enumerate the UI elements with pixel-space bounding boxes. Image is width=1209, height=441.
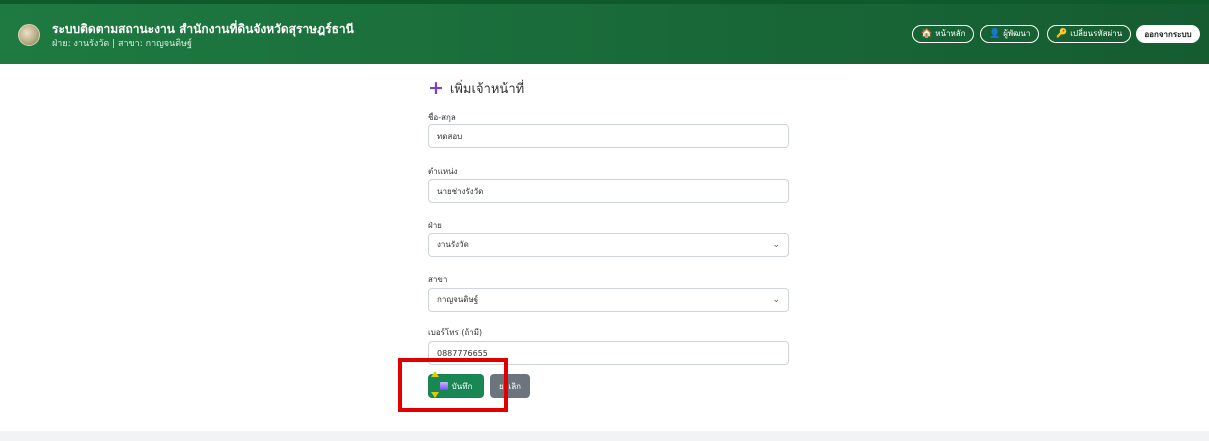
nav-home-button[interactable]: 🏠 หน้าหลัก (912, 25, 975, 43)
footer-strip (0, 431, 1209, 441)
top-strip (0, 0, 1209, 4)
logout-button[interactable]: ออกจากระบบ (1136, 25, 1200, 43)
name-input[interactable] (437, 125, 780, 147)
developer-icon: 👤 (989, 29, 1001, 39)
department-select[interactable]: งานรังวัด ⌄ (428, 233, 789, 257)
position-label: ตำแหน่ง (428, 167, 458, 176)
plus-icon: + (428, 77, 444, 99)
name-label: ชื่อ-สกุล (428, 113, 456, 122)
key-icon: 🔑 (1056, 29, 1068, 39)
nav-home-label: หน้าหลัก (935, 29, 966, 38)
form-title: เพิ่มเจ้าหน้าที่ (449, 81, 525, 97)
agency-logo (18, 24, 40, 46)
annotation-highlight-box (398, 358, 508, 412)
branch-value: กาญจนดิษฐ์ (437, 295, 479, 304)
top-navigation-bar: ระบบติดตามสถานะงาน สำนักงานที่ดินจังหวัด… (0, 0, 1209, 64)
branch-select[interactable]: กาญจนดิษฐ์ ⌄ (428, 288, 789, 312)
chevron-down-icon: ⌄ (772, 295, 780, 305)
nav-change-password-button[interactable]: 🔑 เปลี่ยนรหัสผ่าน (1047, 25, 1132, 43)
name-field[interactable] (428, 124, 789, 148)
chevron-down-icon: ⌄ (772, 240, 780, 250)
nav-change-password-label: เปลี่ยนรหัสผ่าน (1070, 29, 1123, 38)
annotation-marker-top-icon (431, 371, 439, 377)
department-value: งานรังวัด (437, 240, 469, 249)
nav-developer-label: ผู้พัฒนา (1003, 29, 1031, 38)
position-input[interactable] (437, 180, 780, 202)
position-field[interactable] (428, 179, 789, 203)
user-context: ฝ่าย: งานรังวัด | สาขา: กาญจนดิษฐ์ (52, 39, 192, 49)
nav-developer-button[interactable]: 👤 ผู้พัฒนา (980, 25, 1040, 43)
branch-label: สาขา (428, 275, 448, 284)
home-icon: 🏠 (921, 29, 933, 39)
phone-label: เบอร์โทร (ถ้ามี) (428, 328, 483, 337)
form-heading: + เพิ่มเจ้าหน้าที่ (428, 78, 524, 98)
annotation-marker-bottom-icon (431, 392, 439, 398)
department-label: ฝ่าย (428, 221, 442, 230)
